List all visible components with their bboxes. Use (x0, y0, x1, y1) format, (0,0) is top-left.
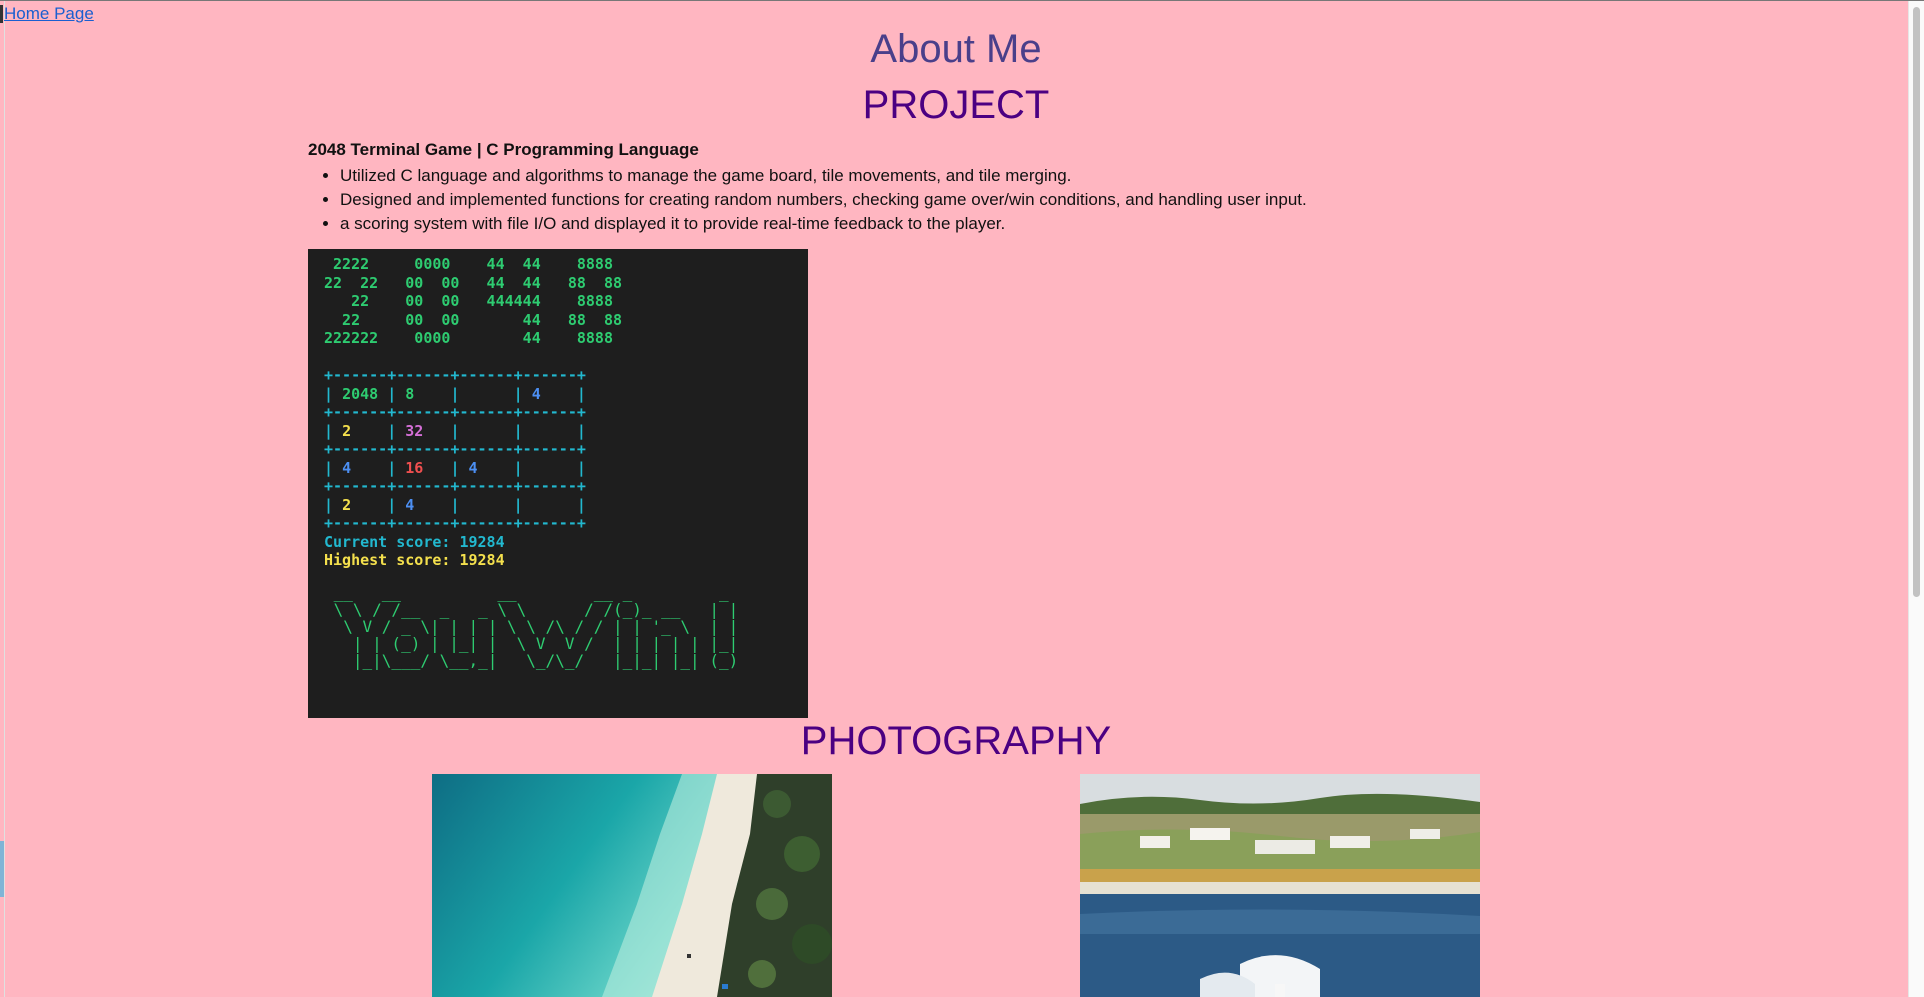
banner-line: 22 00 00 44 88 88 (342, 310, 623, 329)
grid-tile (469, 496, 514, 514)
grid-tile: 4 (342, 458, 388, 477)
vertical-scrollbar[interactable] (1908, 1, 1924, 997)
aerial-beach-photo (432, 774, 832, 997)
grid-divider: | (513, 458, 532, 477)
banner-line: 222222 0000 44 8888 (324, 329, 613, 347)
grid-divider: | (576, 458, 586, 477)
win-art-line: __ __ __ __ _ _ (324, 582, 739, 602)
grid-tile: 16 (405, 458, 451, 477)
list-item: a scoring system with file I/O and displ… (340, 212, 1307, 236)
grid-divider: | (324, 458, 343, 477)
scrollbar-thumb[interactable] (1913, 7, 1920, 597)
grid-tile (532, 422, 577, 440)
win-art-line: |_|\___/ \__,_| \_/\_/ |_|_| |_| (_) (324, 650, 739, 670)
grid-tile: 2 (342, 495, 388, 514)
cursor-mark (0, 5, 3, 23)
photography-heading: PHOTOGRAPHY (800, 719, 1112, 763)
grid-divider: | (324, 495, 343, 514)
grid-divider: | (513, 495, 532, 514)
banner-line: 22 00 00 444444 8888 (351, 292, 613, 310)
grid-divider: | (450, 421, 469, 440)
grid-divider: | (450, 495, 469, 514)
win-art-line: \ \ / /__ _ _ \ \ / /(_)_ __ | | (324, 599, 739, 619)
grid-border: +------+------+------+------+ (324, 403, 586, 421)
project-heading: PROJECT (862, 83, 1050, 127)
list-item: Designed and implemented functions for c… (340, 188, 1307, 212)
win-art-line: \ V / _ \| | | | \ \ /\ / / | | '_ \ | | (324, 616, 739, 636)
highest-score-label: Highest score: (324, 551, 460, 569)
you-win-ascii-art: __ __ __ __ _ _ \ \ / /__ _ _ \ \ / /(_)… (324, 584, 808, 669)
grid-divider: | (387, 421, 406, 440)
terminal-output: 2222 0000 44 44 8888 22 22 00 00 44 44 8… (308, 249, 808, 669)
grid-border: +------+------+------+------+ (324, 440, 586, 458)
grid-tile: 2048 (342, 384, 388, 403)
grid-tile: 8 (405, 384, 451, 403)
current-score-value: 19284 (459, 532, 505, 551)
grid-divider: | (387, 495, 406, 514)
grid-divider: | (513, 384, 532, 403)
win-art-line: | | (_) | |_| | \ V V / | | | | | |_| (324, 633, 739, 653)
banner-line: 2222 0000 44 44 8888 (333, 255, 613, 273)
grid-tile (469, 385, 514, 403)
current-score-label: Current score: (324, 532, 460, 551)
grid-tile (469, 422, 514, 440)
page-title: About Me (870, 27, 1042, 71)
home-page-link[interactable]: Home Page (4, 4, 94, 24)
grid-border: +------+------+------+------+ (324, 514, 586, 532)
grid-border: +------+------+------+------+ (324, 366, 586, 384)
project-title: 2048 Terminal Game | C Programming Langu… (308, 140, 699, 159)
grid-divider: | (450, 384, 469, 403)
grid-tile: 4 (468, 458, 514, 477)
grid-tile: 4 (531, 384, 577, 403)
grid-tile: 32 (405, 421, 451, 440)
grid-divider: | (576, 384, 586, 403)
grid-border: +------+------+------+------+ (324, 477, 586, 495)
list-item: Utilized C language and algorithms to ma… (340, 164, 1307, 188)
highest-score-value: 19284 (459, 551, 505, 569)
grid-divider: | (576, 495, 586, 514)
grid-divider: | (324, 421, 343, 440)
grid-divider: | (387, 384, 406, 403)
banner-line: 22 22 00 00 44 44 88 88 (324, 273, 623, 292)
terminal-screenshot: 2222 0000 44 44 8888 22 22 00 00 44 44 8… (308, 249, 808, 718)
side-tab (0, 841, 4, 897)
project-bullet-list: Utilized C language and algorithms to ma… (308, 164, 1307, 236)
grid-tile (532, 496, 577, 514)
grid-divider: | (513, 421, 532, 440)
grid-divider: | (387, 458, 406, 477)
grid-divider: | (450, 458, 469, 477)
grid-tile: 2 (342, 421, 388, 440)
grid-divider: | (324, 384, 343, 403)
coastal-village-photo (1080, 774, 1480, 997)
grid-divider: | (576, 421, 586, 440)
grid-tile (532, 459, 577, 477)
grid-tile: 4 (405, 495, 451, 514)
window-left-edge (0, 1, 5, 997)
